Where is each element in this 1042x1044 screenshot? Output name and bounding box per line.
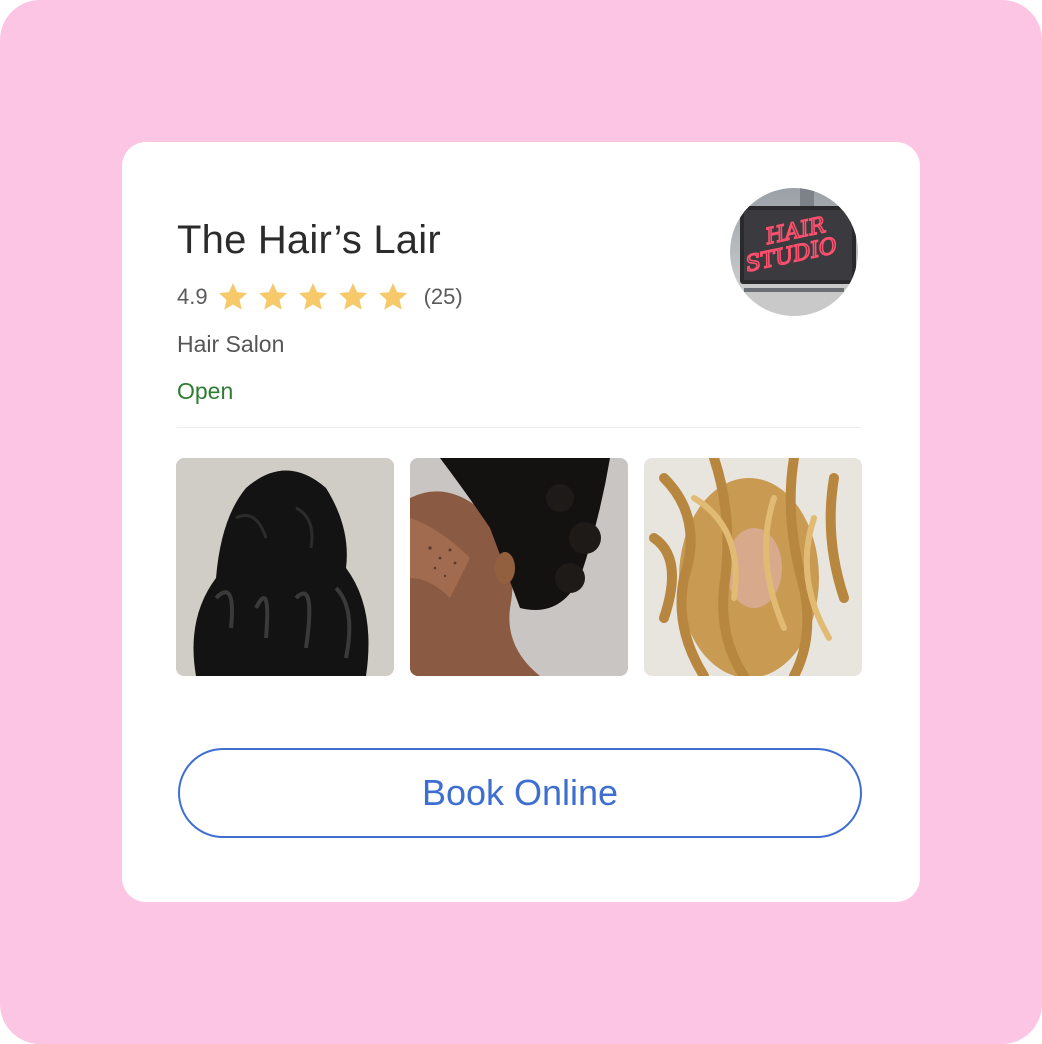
star-icon <box>216 280 256 314</box>
star-rating <box>216 280 416 314</box>
gallery-photo-blonde-curly-hair[interactable] <box>644 458 862 676</box>
business-card: The Hair’s Lair 4.9 (25) Hair Salon Open… <box>122 142 920 902</box>
gallery-photo-curly-short-hair[interactable] <box>410 458 628 676</box>
book-online-button[interactable]: Book Online <box>178 748 862 838</box>
rating-row: 4.9 (25) <box>177 280 463 314</box>
divider <box>177 427 861 428</box>
page-background: The Hair’s Lair 4.9 (25) Hair Salon Open… <box>0 0 1042 1044</box>
gallery-photo-dark-wavy-hair[interactable] <box>176 458 394 676</box>
rating-value: 4.9 <box>177 284 208 309</box>
salon-logo-avatar: HAIR STUDIO <box>730 188 858 316</box>
business-category: Hair Salon <box>177 331 285 357</box>
star-icon <box>256 280 296 314</box>
open-status: Open <box>177 378 234 404</box>
star-icon <box>296 280 336 314</box>
business-name: The Hair’s Lair <box>177 218 441 262</box>
star-icon <box>376 280 416 314</box>
review-count: (25) <box>423 284 463 309</box>
star-icon <box>336 280 376 314</box>
